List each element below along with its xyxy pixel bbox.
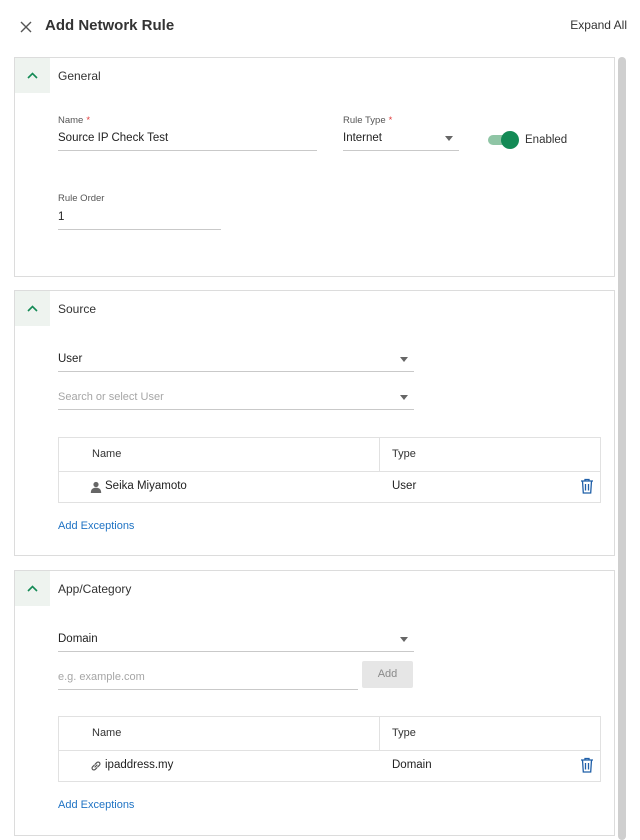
dialog-title: Add Network Rule [45,17,175,34]
column-header-name: Name [92,448,122,460]
app-category-collapse-button[interactable] [15,571,50,606]
enabled-toggle[interactable] [487,131,519,149]
toggle-knob [501,131,519,149]
app-category-title: App/Category [58,582,132,596]
trash-icon[interactable] [580,757,594,773]
enabled-label: Enabled [525,134,568,146]
row-name: Seika Miyamoto [105,480,187,492]
source-add-exceptions-link[interactable]: Add Exceptions [58,520,134,532]
column-divider [379,717,380,751]
expand-all-button[interactable]: Expand All [570,18,627,32]
rule-type-label: Rule Type * [343,115,393,126]
rule-type-value: Internet [343,132,382,144]
caret-down-icon [400,357,408,362]
domain-table: Name Type ipaddress.my Domain [58,716,601,782]
row-type: User [392,480,417,492]
link-icon [90,759,102,771]
dialog-header: Add Network Rule Expand All [0,0,640,52]
required-mark: * [86,115,91,126]
row-name: ipaddress.my [105,759,174,771]
rule-type-select[interactable]: Internet [343,129,459,151]
column-header-type: Type [392,448,416,460]
rule-order-field[interactable]: 1 [58,208,221,230]
general-title: General [58,69,101,83]
column-header-type: Type [392,727,416,739]
column-header-name: Name [92,727,122,739]
trash-icon[interactable] [580,478,594,494]
user-icon [90,480,102,493]
name-value: Source IP Check Test [58,132,169,144]
chevron-up-icon [27,305,38,312]
rule-order-value: 1 [58,211,65,223]
name-field[interactable]: Source IP Check Test [58,129,317,151]
source-collapse-button[interactable] [15,291,50,326]
category-type-value: Domain [58,633,98,645]
source-type-select[interactable]: User [58,350,414,372]
add-domain-button[interactable]: Add [362,661,413,688]
app-category-add-exceptions-link[interactable]: Add Exceptions [58,799,134,811]
table-header: Name Type [59,438,600,472]
table-row: Seika Miyamoto User [59,472,600,502]
user-search-placeholder: Search or select User [58,391,164,403]
source-table: Name Type Seika Miyamoto User [58,437,601,503]
name-label: Name * [58,115,91,126]
chevron-up-icon [27,72,38,79]
source-title: Source [58,302,97,316]
required-mark: * [388,115,393,126]
chevron-up-icon [27,585,38,592]
table-row: ipaddress.my Domain [59,751,600,781]
source-type-value: User [58,353,83,365]
row-type: Domain [392,759,432,771]
source-panel: Source User Search or select User Name T… [14,290,615,556]
rule-order-label: Rule Order [58,193,105,204]
general-collapse-button[interactable] [15,58,50,93]
general-panel: General Name * Source IP Check Test Rule … [14,57,615,277]
domain-input[interactable]: e.g. example.com [58,668,358,690]
close-icon[interactable] [14,15,38,39]
caret-down-icon [400,395,408,400]
scrollbar[interactable] [618,57,626,840]
table-header: Name Type [59,717,600,751]
user-search-select[interactable]: Search or select User [58,388,414,410]
caret-down-icon [400,637,408,642]
caret-down-icon [445,136,453,141]
column-divider [379,438,380,472]
domain-placeholder: e.g. example.com [58,671,145,683]
category-type-select[interactable]: Domain [58,630,414,652]
app-category-panel: App/Category Domain e.g. example.com Add… [14,570,615,836]
